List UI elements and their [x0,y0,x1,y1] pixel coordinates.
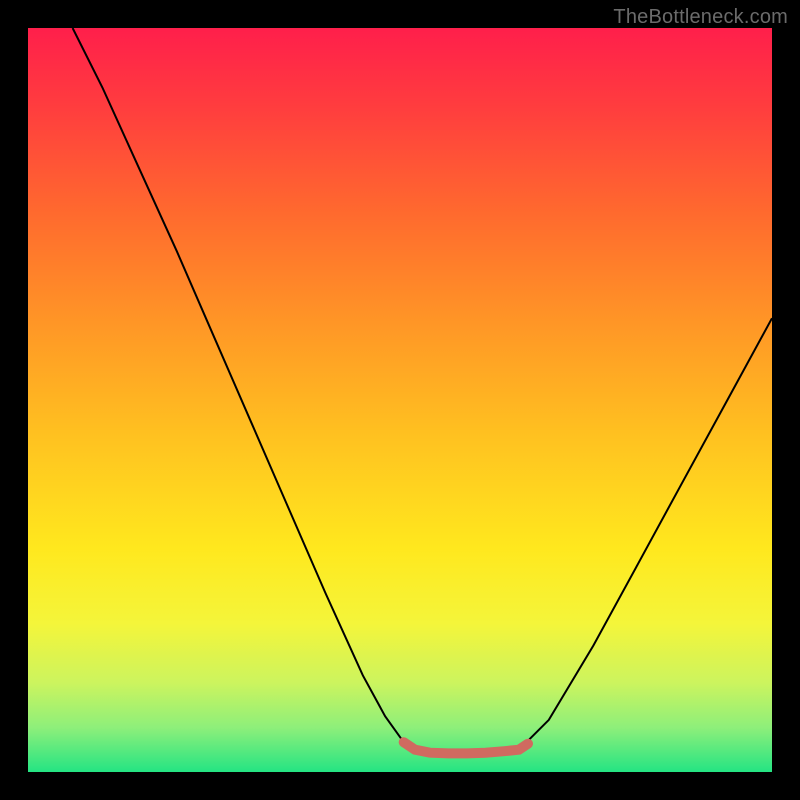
plot-area [28,28,772,772]
watermark-text: TheBottleneck.com [613,6,788,29]
chart-frame: TheBottleneck.com [0,0,800,800]
curve-layer [28,28,772,772]
bottom-marker-band [404,742,528,753]
left-branch-curve [73,28,415,750]
right-branch-curve [519,318,772,750]
